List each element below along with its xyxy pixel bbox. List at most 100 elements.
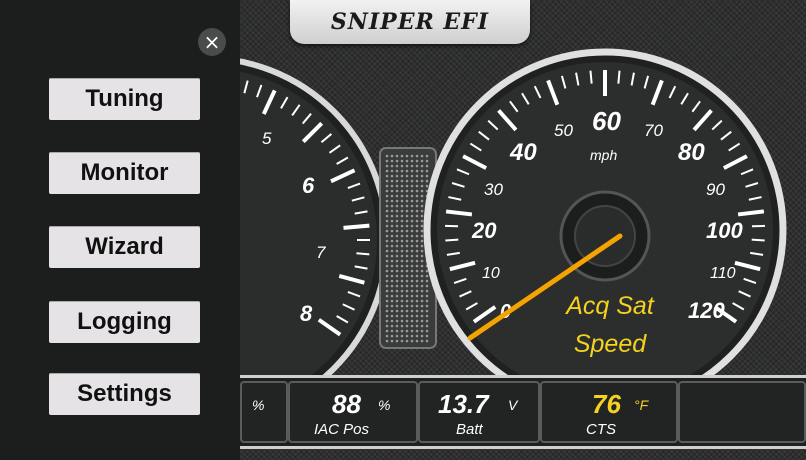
grille-dot	[400, 199, 404, 203]
speed-unit: mph	[590, 147, 617, 163]
grille-dot	[410, 249, 414, 253]
grille-dot	[400, 294, 404, 298]
grille-dot	[410, 209, 414, 213]
grille-dot	[415, 234, 419, 238]
grille-dot	[415, 339, 419, 343]
grille-dot	[390, 229, 394, 233]
grille-dot	[390, 339, 394, 343]
grille-dot	[425, 309, 429, 313]
grille-dot	[390, 164, 394, 168]
grille-dot	[400, 184, 404, 188]
grille-dot	[410, 204, 414, 208]
grille-dot	[385, 259, 389, 263]
grille-dot	[385, 189, 389, 193]
grille-dot	[405, 189, 409, 193]
grille-dot	[420, 309, 424, 313]
grille-dot	[420, 219, 424, 223]
grille-dot	[410, 309, 414, 313]
grille-dot	[425, 169, 429, 173]
grille-dot	[390, 284, 394, 288]
grille-dot	[420, 209, 424, 213]
grille-dot	[390, 244, 394, 248]
settings-button[interactable]: Settings	[49, 373, 200, 415]
grille-dot	[415, 259, 419, 263]
batt-label: Batt	[456, 421, 483, 438]
grille-dot	[415, 334, 419, 338]
grille-dot	[420, 294, 424, 298]
grille-dot	[400, 254, 404, 258]
grille-dot	[385, 274, 389, 278]
grille-dot	[400, 239, 404, 243]
iac-pos-label: IAC Pos	[314, 421, 370, 438]
monitor-button[interactable]: Monitor	[49, 152, 200, 194]
grille-dot	[415, 189, 419, 193]
tach-label-8: 8	[300, 301, 313, 326]
logging-button[interactable]: Logging	[49, 301, 200, 343]
grille-dot	[405, 219, 409, 223]
cts-unit: °F	[634, 397, 649, 413]
grille-dot	[415, 329, 419, 333]
grille-dot	[385, 204, 389, 208]
grille-dot	[390, 169, 394, 173]
side-menu: × Tuning Monitor Wizard Logging Settings	[0, 0, 240, 460]
grille-dot	[385, 214, 389, 218]
grille-dot	[385, 224, 389, 228]
grille-dot	[395, 194, 399, 198]
grille-dot	[410, 194, 414, 198]
grille-dot	[415, 229, 419, 233]
grille-dot	[410, 199, 414, 203]
grille-dot	[390, 319, 394, 323]
grille-dot	[415, 274, 419, 278]
grille-dot	[390, 264, 394, 268]
grille-dot	[420, 254, 424, 258]
grille-dot	[425, 184, 429, 188]
grille-dot	[410, 184, 414, 188]
close-menu-button[interactable]: ×	[198, 28, 226, 56]
grille-dot	[400, 224, 404, 228]
grille-dot	[425, 334, 429, 338]
cts-value: 76	[592, 389, 621, 419]
grille-dot	[385, 179, 389, 183]
grille-dot	[415, 324, 419, 328]
speedo-label-30: 30	[484, 180, 503, 199]
grille-dot	[420, 244, 424, 248]
tach-label-7: 7	[316, 243, 326, 262]
grille-dot	[425, 294, 429, 298]
grille-dot	[395, 334, 399, 338]
grille-dot	[385, 184, 389, 188]
grille-dot	[385, 199, 389, 203]
grille-dot	[390, 204, 394, 208]
grille-dot	[400, 204, 404, 208]
status-line-2: Speed	[574, 330, 647, 358]
wizard-button[interactable]: Wizard	[49, 226, 200, 268]
grille-dot	[415, 299, 419, 303]
grille-dot	[405, 339, 409, 343]
grille-dot	[415, 304, 419, 308]
grille-dot	[390, 239, 394, 243]
grille-dot	[415, 194, 419, 198]
grille-dot	[405, 229, 409, 233]
grille-dot	[415, 244, 419, 248]
grille-dot	[405, 284, 409, 288]
grille-dot	[420, 154, 424, 158]
grille-dot	[385, 339, 389, 343]
grille-dot	[415, 319, 419, 323]
grille-dot	[385, 319, 389, 323]
gauge-tick	[445, 238, 459, 242]
speedo-label-40: 40	[509, 139, 537, 166]
grille-dot	[405, 314, 409, 318]
grille-dot	[410, 189, 414, 193]
grille-dot	[390, 179, 394, 183]
grille-dot	[395, 264, 399, 268]
grille-dot	[385, 304, 389, 308]
grille-dot	[425, 279, 429, 283]
grille-dot	[405, 224, 409, 228]
grille-dot	[390, 174, 394, 178]
grille-dot	[420, 174, 424, 178]
tuning-button[interactable]: Tuning	[49, 78, 200, 120]
grille-dot	[390, 289, 394, 293]
grille-dot	[400, 319, 404, 323]
speedo-label-90: 90	[706, 180, 725, 199]
grille-dot	[415, 264, 419, 268]
grille-dot	[400, 264, 404, 268]
